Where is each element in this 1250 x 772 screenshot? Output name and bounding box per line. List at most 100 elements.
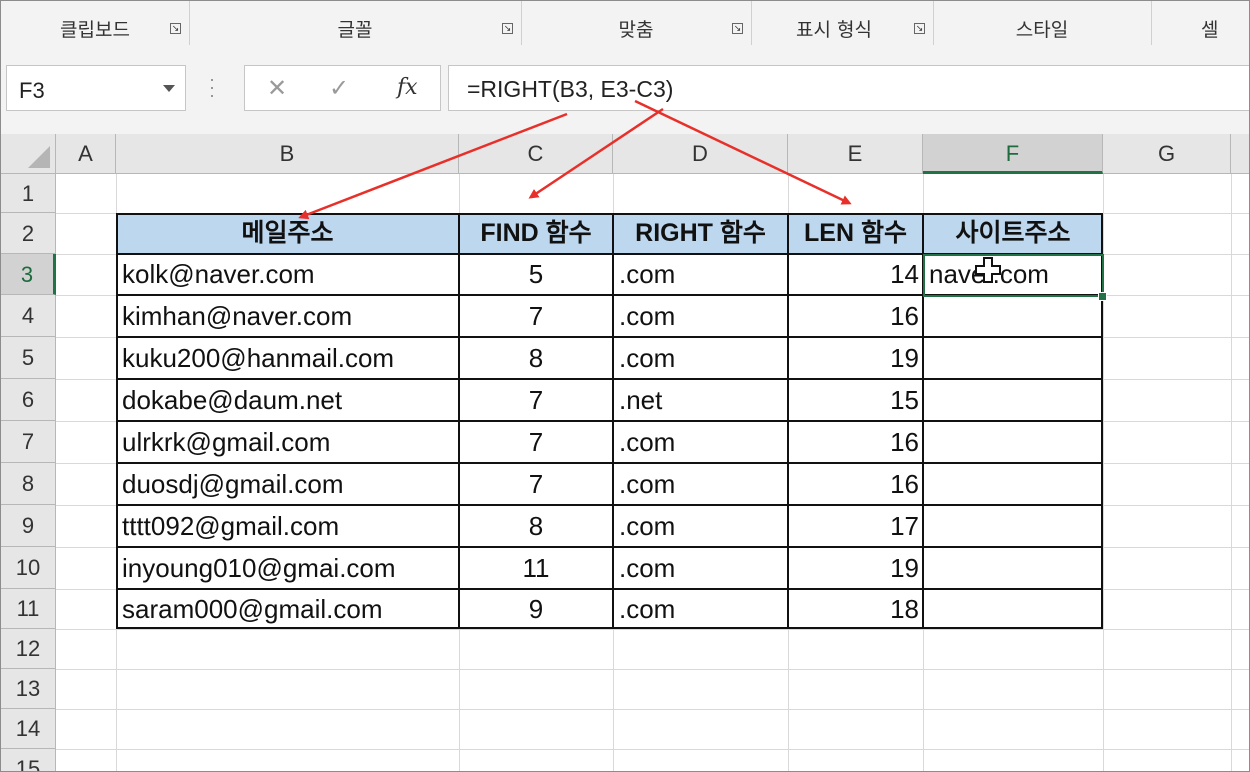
table-cell[interactable]: 8 [459,505,613,547]
row-header-4[interactable]: 4 [1,295,56,337]
table-border-horizontal [116,420,1103,422]
table-cell[interactable] [923,337,1103,379]
table-border-horizontal [116,546,1103,548]
table-header-cell[interactable]: RIGHT 함수 [613,213,788,254]
cancel-icon[interactable]: ✕ [267,74,287,103]
table-cell[interactable]: 7 [459,295,613,337]
table-cell[interactable]: .com [613,589,788,629]
ribbon-group-clipboard[interactable]: 클립보드 ↘ [1,1,190,45]
table-cell[interactable]: .com [613,337,788,379]
table-header-cell[interactable]: 사이트주소 [923,213,1103,254]
table-cell[interactable]: duosdj@gmail.com [116,463,459,505]
table-cell[interactable]: 15 [788,379,923,421]
table-header-cell[interactable]: FIND 함수 [459,213,613,254]
table-cell[interactable]: .com [613,421,788,463]
table-cell[interactable]: kolk@naver.com [116,254,459,295]
worksheet-grid[interactable]: ABCDEFG 1 2 3 4 5 6 7 8 9 10 11 12 13 14 15 메일주소 FIND 함… [1,134,1249,771]
table-cell[interactable]: .com [613,505,788,547]
row-header-8[interactable]: 8 [1,463,56,505]
active-cell-selection[interactable] [923,254,1104,297]
table-cell[interactable] [923,547,1103,589]
column-header-a[interactable]: A [56,134,116,174]
row-header-13[interactable]: 13 [1,669,56,709]
table-cell[interactable] [923,589,1103,629]
ribbon-group-cells[interactable]: 셀 [1151,1,1249,45]
table-cell[interactable]: 9 [459,589,613,629]
ribbon-group-number[interactable]: 표시 형식 ↘ [751,1,934,45]
fill-handle[interactable] [1098,292,1107,301]
table-cell[interactable]: 19 [788,547,923,589]
insert-function-icon[interactable]: fx [397,75,418,100]
table-cell[interactable] [923,379,1103,421]
table-cell[interactable]: 7 [459,463,613,505]
table-cell[interactable]: .com [613,547,788,589]
column-header-b[interactable]: B [116,134,459,174]
table-header-cell[interactable]: 메일주소 [116,213,459,254]
table-cell[interactable]: inyoung010@gmai.com [116,547,459,589]
table-cell[interactable] [923,295,1103,337]
row-header-1[interactable]: 1 [1,174,56,213]
table-cell[interactable]: tttt092@gmail.com [116,505,459,547]
table-cell[interactable]: 7 [459,421,613,463]
row-header-12[interactable]: 12 [1,629,56,669]
enter-check-icon[interactable]: ✓ [329,74,349,103]
row-header-3[interactable]: 3 [1,254,56,295]
dialog-launcher-icon[interactable]: ↘ [502,23,513,34]
table-cell[interactable]: 11 [459,547,613,589]
column-header-g[interactable]: G [1103,134,1231,174]
table-cell[interactable]: 14 [788,254,923,295]
name-box[interactable]: F3 [6,65,186,111]
ribbon-group-label: 스타일 [1015,19,1069,41]
row-header-15[interactable]: 15 [1,749,56,771]
table-cell[interactable]: saram000@gmail.com [116,589,459,629]
table-cell[interactable]: 7 [459,379,613,421]
ribbon-group-label: 표시 형식 [796,19,872,41]
column-header-f[interactable]: F [923,134,1103,174]
row-header-6[interactable]: 6 [1,379,56,421]
table-cell[interactable]: .com [613,254,788,295]
drag-handle-icon[interactable]: · · · [209,70,215,104]
cell-select-cursor-icon [975,257,1001,283]
select-all-button[interactable] [1,134,56,174]
row-header-2[interactable]: 2 [1,213,56,254]
table-cell[interactable]: 8 [459,337,613,379]
table-cell[interactable]: .com [613,295,788,337]
table-cell[interactable]: 17 [788,505,923,547]
row-header-11[interactable]: 11 [1,589,56,629]
dropdown-arrow-icon[interactable] [163,85,175,92]
column-header-c[interactable]: C [459,134,613,174]
table-cell[interactable]: 19 [788,337,923,379]
table-cell[interactable]: kimhan@naver.com [116,295,459,337]
table-cell[interactable]: 5 [459,254,613,295]
dialog-launcher-icon[interactable]: ↘ [170,23,181,34]
formula-text: =RIGHT(B3, E3-C3) [467,76,674,102]
ribbon-group-label: 맞춤 [618,19,654,41]
table-header-cell[interactable]: LEN 함수 [788,213,923,254]
row-header-5[interactable]: 5 [1,337,56,379]
ribbon-group-font[interactable]: 글꼴 ↘ [189,1,522,45]
column-header-e[interactable]: E [788,134,923,174]
table-cell[interactable]: ulrkrk@gmail.com [116,421,459,463]
table-cell[interactable] [923,463,1103,505]
table-cell[interactable]: .net [613,379,788,421]
dialog-launcher-icon[interactable]: ↘ [914,23,925,34]
table-cell[interactable]: 16 [788,463,923,505]
table-cell[interactable] [923,421,1103,463]
row-header-14[interactable]: 14 [1,709,56,749]
table-cell[interactable]: 16 [788,295,923,337]
table-cell[interactable]: 16 [788,421,923,463]
row-header-9[interactable]: 9 [1,505,56,547]
column-header-d[interactable]: D [613,134,788,174]
table-cell[interactable]: 18 [788,589,923,629]
formula-input[interactable]: =RIGHT(B3, E3-C3) [448,65,1249,111]
gridline-horizontal [56,629,1249,630]
table-cell[interactable]: dokabe@daum.net [116,379,459,421]
ribbon-group-styles[interactable]: 스타일 [933,1,1152,45]
ribbon-group-label: 클립보드 [60,19,130,41]
table-cell[interactable]: .com [613,463,788,505]
row-header-7[interactable]: 7 [1,421,56,463]
row-header-10[interactable]: 10 [1,547,56,589]
ribbon-group-alignment[interactable]: 맞춤 ↘ [521,1,752,45]
table-cell[interactable]: kuku200@hanmail.com [116,337,459,379]
table-cell[interactable] [923,505,1103,547]
